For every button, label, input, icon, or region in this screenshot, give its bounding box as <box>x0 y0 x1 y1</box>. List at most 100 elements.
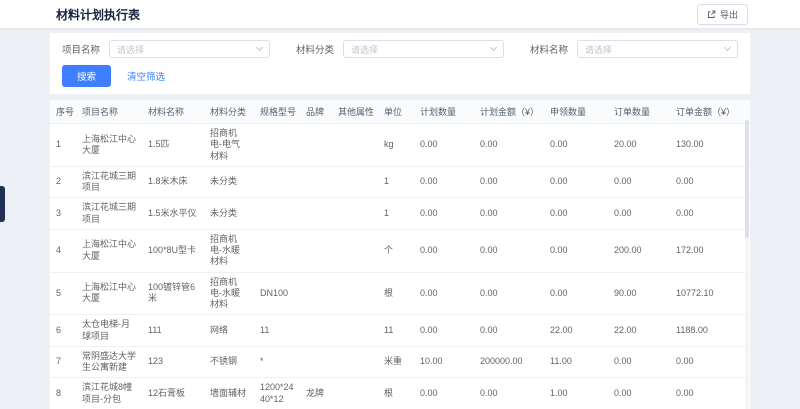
table-cell: 0.00 <box>544 166 608 198</box>
table-cell: 太仓电梯-月球项目 <box>76 315 142 347</box>
export-label: 导出 <box>720 8 738 21</box>
table-cell: 0.00 <box>608 346 670 378</box>
vertical-scrollbar[interactable] <box>745 120 749 409</box>
table-cell <box>332 166 378 198</box>
chevron-down-icon <box>490 44 497 51</box>
table-cell: 0.00 <box>414 166 474 198</box>
filter-field-category: 材料分类 请选择 <box>296 40 504 58</box>
material-name-placeholder: 请选择 <box>585 43 612 56</box>
table-cell: 不锈钢 <box>204 346 254 378</box>
table-cell <box>332 315 378 347</box>
column-header: 规格型号 <box>254 100 300 124</box>
table-cell: 10772.10 <box>670 272 750 315</box>
table-row: 5上海松江中心大厦100镀锌管6米招商机电-水暖材料DN100根0.000.00… <box>50 272 750 315</box>
table-cell <box>332 229 378 272</box>
table-cell: 1188.00 <box>670 315 750 347</box>
table-cell: 1 <box>378 198 414 230</box>
search-button[interactable]: 搜索 <box>62 65 111 87</box>
table-cell: 1 <box>50 124 76 167</box>
table-cell <box>332 272 378 315</box>
project-name-select[interactable]: 请选择 <box>109 40 270 58</box>
table-cell: 11.00 <box>544 346 608 378</box>
table-card: 序号项目名称材料名称材料分类规格型号品牌其他属性单位计划数量计划金额（¥）申领数… <box>50 100 750 409</box>
top-bar: 材料计划执行表 导出 <box>0 0 800 28</box>
filter-field-material: 材料名称 请选择 <box>530 40 738 58</box>
table-cell: 1 <box>378 166 414 198</box>
table-cell: 0.00 <box>670 166 750 198</box>
table-cell: 0.00 <box>414 315 474 347</box>
table-cell: 0.00 <box>544 229 608 272</box>
table-cell: 0.00 <box>474 315 544 347</box>
table-cell: 0.00 <box>474 124 544 167</box>
table-cell: 个 <box>378 229 414 272</box>
table-cell: 0.00 <box>414 378 474 409</box>
table-row: 3滨江花城三期项目1.5米水平仪未分类10.000.000.000.000.00 <box>50 198 750 230</box>
table-cell <box>254 124 300 167</box>
table-cell: 8 <box>50 378 76 409</box>
table-cell: 11 <box>254 315 300 347</box>
filter-row: 项目名称 请选择 材料分类 请选择 材料名称 请选择 <box>62 40 738 58</box>
table-cell <box>254 166 300 198</box>
table-cell: 3 <box>50 198 76 230</box>
table-cell <box>300 315 332 347</box>
table-cell: 1.5匹 <box>142 124 204 167</box>
table-cell <box>332 198 378 230</box>
table-cell: 0.00 <box>544 124 608 167</box>
table-cell: 0.00 <box>414 229 474 272</box>
table-cell: 0.00 <box>544 198 608 230</box>
table-cell: kg <box>378 124 414 167</box>
table-cell: 11 <box>378 315 414 347</box>
table-cell: 0.00 <box>414 272 474 315</box>
column-header: 订单金额（¥） <box>670 100 750 124</box>
table-cell: 米重 <box>378 346 414 378</box>
table-cell: 123 <box>142 346 204 378</box>
table-cell: 滨江花城三期项目 <box>76 198 142 230</box>
table-cell: 0.00 <box>474 378 544 409</box>
material-name-input[interactable]: 请选择 <box>577 40 738 58</box>
table-cell <box>254 229 300 272</box>
table-cell: 5 <box>50 272 76 315</box>
table-cell: 12石膏板 <box>142 378 204 409</box>
project-name-placeholder: 请选择 <box>117 43 144 56</box>
project-name-label: 项目名称 <box>62 42 100 56</box>
table-cell <box>300 229 332 272</box>
table-cell: 招商机电-水暖材料 <box>204 272 254 315</box>
table-cell <box>300 198 332 230</box>
table-cell <box>300 346 332 378</box>
table-cell: 根 <box>378 378 414 409</box>
table-cell: 招商机电-水暖材料 <box>204 229 254 272</box>
table-cell <box>332 346 378 378</box>
table-cell: 0.00 <box>414 198 474 230</box>
column-header: 其他属性 <box>332 100 378 124</box>
export-button[interactable]: 导出 <box>697 4 748 25</box>
table-cell: * <box>254 346 300 378</box>
table-cell: 0.00 <box>474 166 544 198</box>
column-header: 订单数量 <box>608 100 670 124</box>
table-cell: 0.00 <box>544 272 608 315</box>
table-cell: 4 <box>50 229 76 272</box>
column-header: 项目名称 <box>76 100 142 124</box>
clear-filter-link[interactable]: 清空筛选 <box>127 69 165 83</box>
vertical-scrollbar-thumb[interactable] <box>745 120 749 238</box>
table-cell: 6 <box>50 315 76 347</box>
table-cell <box>300 124 332 167</box>
material-category-select[interactable]: 请选择 <box>343 40 504 58</box>
table-cell: 0.00 <box>474 272 544 315</box>
table-cell: 龙牌 <box>300 378 332 409</box>
table-cell: 招商机电-电气材料 <box>204 124 254 167</box>
table-cell: 0.00 <box>608 166 670 198</box>
table-cell <box>332 124 378 167</box>
sidebar-collapsed-handle[interactable] <box>0 186 5 222</box>
table-row: 7常阴盛达大学生公寓新建123不锈钢*米重10.00200000.0011.00… <box>50 346 750 378</box>
table-cell: 墙面辅材 <box>204 378 254 409</box>
table-cell: 0.00 <box>608 198 670 230</box>
chevron-down-icon <box>256 44 263 51</box>
table-cell: 上海松江中心大厦 <box>76 272 142 315</box>
table-cell: 7 <box>50 346 76 378</box>
export-icon <box>707 10 716 19</box>
column-header: 品牌 <box>300 100 332 124</box>
table-cell: 常阴盛达大学生公寓新建 <box>76 346 142 378</box>
table-cell <box>300 272 332 315</box>
table-cell: 1200*2440*12 <box>254 378 300 409</box>
table-cell: 0.00 <box>474 229 544 272</box>
